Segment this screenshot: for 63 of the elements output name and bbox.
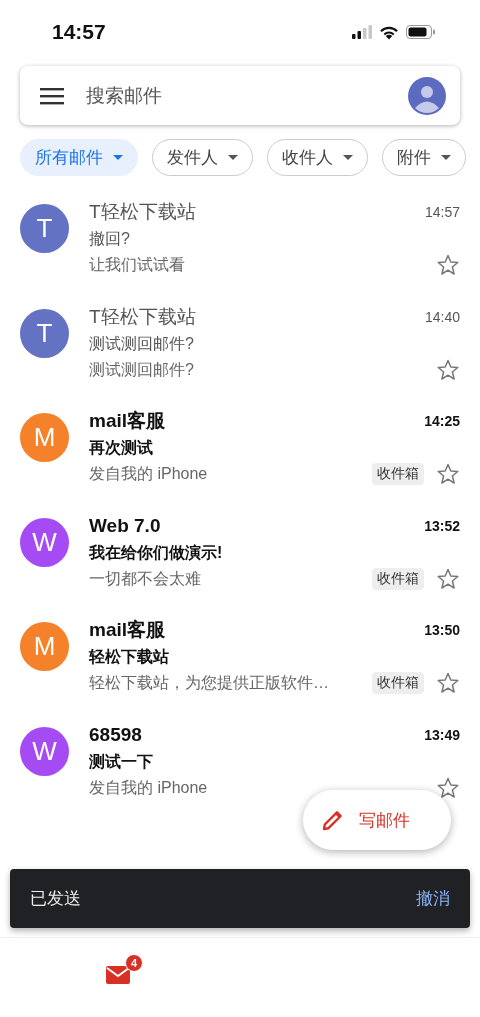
sender-avatar: T [20, 308, 69, 358]
mail-tab[interactable]: 4 [104, 954, 144, 988]
star-icon[interactable] [436, 566, 460, 591]
inbox-label: 收件箱 [372, 463, 424, 485]
unread-badge: 4 [125, 954, 143, 972]
email-time: 13:50 [424, 622, 460, 638]
caret-icon [441, 155, 451, 160]
sender-avatar: T [20, 204, 69, 253]
caret-icon [228, 155, 238, 160]
menu-button[interactable] [40, 86, 64, 105]
email-snippet: 一切都不会太难 [89, 568, 202, 589]
battery-icon [406, 25, 436, 39]
status-time: 14:57 [52, 20, 106, 44]
email-time: 14:40 [424, 308, 460, 325]
email-time: 14:57 [424, 204, 460, 220]
sender-avatar: W [20, 726, 69, 776]
email-snippet: 发自我的 iPhone [89, 777, 209, 798]
filter-chip[interactable]: 发件人 [152, 139, 253, 176]
caret-icon [113, 155, 123, 160]
undo-button[interactable]: 撤消 [416, 887, 450, 910]
star-icon[interactable] [436, 775, 460, 800]
email-snippet: 测试测回邮件? [89, 359, 195, 380]
snackbar-message: 已发送 [30, 888, 81, 910]
email-subject: 再次测试 [89, 438, 154, 458]
email-snippet: 让我们试试看 [89, 255, 186, 275]
inbox-label: 收件箱 [372, 672, 424, 694]
filter-chip[interactable]: 所有邮件 [20, 139, 138, 176]
star-icon[interactable] [436, 462, 460, 486]
star-icon[interactable] [436, 357, 460, 382]
sender-name: mail客服 [89, 618, 166, 642]
sender-avatar: W [20, 517, 69, 567]
sender-name: 68598 [89, 722, 142, 747]
signal-icon [352, 25, 372, 39]
compose-button[interactable]: 写邮件 [303, 790, 451, 850]
email-time: 13:49 [424, 726, 460, 743]
email-time: 13:52 [424, 517, 460, 534]
sender-name: mail客服 [89, 409, 166, 433]
inbox-label: 收件箱 [372, 567, 424, 590]
email-time: 14:25 [424, 413, 460, 429]
star-icon[interactable] [436, 253, 460, 277]
email-subject: 测试测回邮件? [89, 333, 195, 354]
menu-icon [40, 86, 64, 105]
filter-chip[interactable]: 收件人 [267, 139, 368, 176]
sender-name: T轻松下载站 [89, 200, 196, 224]
email-snippet: 轻松下载站，为您提供正版软件… [89, 673, 330, 693]
avatar-icon [408, 76, 446, 115]
sender-name: Web 7.0 [89, 513, 161, 538]
wifi-icon [379, 24, 399, 40]
email-subject: 我在给你们做演示! [89, 542, 224, 563]
email-subject: 撤回? [89, 229, 131, 249]
sender-name: T轻松下载站 [89, 304, 196, 329]
sender-avatar: M [20, 622, 69, 671]
filter-chip[interactable]: 附件 [382, 139, 466, 176]
pencil-icon [321, 808, 345, 832]
email-subject: 轻松下载站 [89, 647, 170, 667]
mail-icon [106, 966, 130, 984]
email-subject: 测试一下 [89, 751, 154, 772]
caret-icon [343, 155, 353, 160]
email-snippet: 发自我的 iPhone [89, 464, 209, 484]
star-icon[interactable] [436, 671, 460, 695]
search-field[interactable]: 搜索邮件 [86, 84, 408, 107]
sender-avatar: M [20, 413, 69, 462]
search-bar[interactable]: 搜索邮件 [20, 66, 460, 125]
